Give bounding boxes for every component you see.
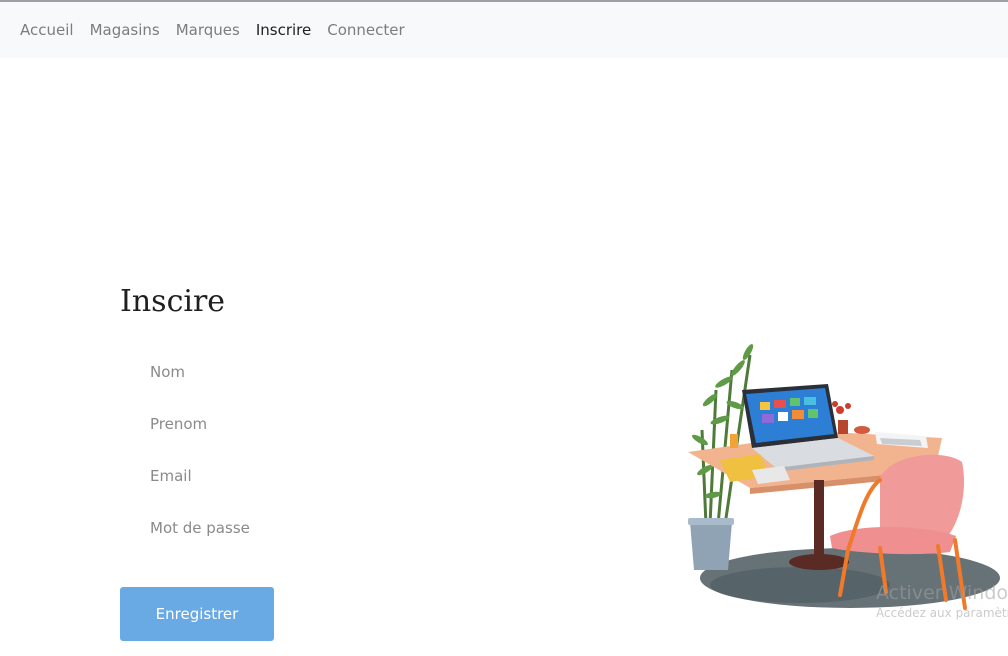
email-field[interactable] — [120, 458, 420, 494]
nav-link-accueil[interactable]: Accueil — [20, 21, 74, 39]
nav-link-inscrire[interactable]: Inscrire — [256, 21, 311, 39]
nav-link-magasins[interactable]: Magasins — [90, 21, 160, 39]
prenom-field[interactable] — [120, 406, 420, 442]
submit-button[interactable]: Enregistrer — [120, 587, 274, 641]
nav-link-marques[interactable]: Marques — [176, 21, 240, 39]
nom-field[interactable] — [120, 354, 420, 390]
password-field[interactable] — [120, 510, 420, 546]
nav-link-connecter[interactable]: Connecter — [327, 21, 404, 39]
desk-illustration — [688, 344, 1000, 610]
navbar: Accueil Magasins Marques Inscrire Connec… — [0, 2, 1008, 58]
page: Accueil Magasins Marques Inscrire Connec… — [0, 0, 1008, 656]
form-title: Inscire — [120, 284, 226, 319]
